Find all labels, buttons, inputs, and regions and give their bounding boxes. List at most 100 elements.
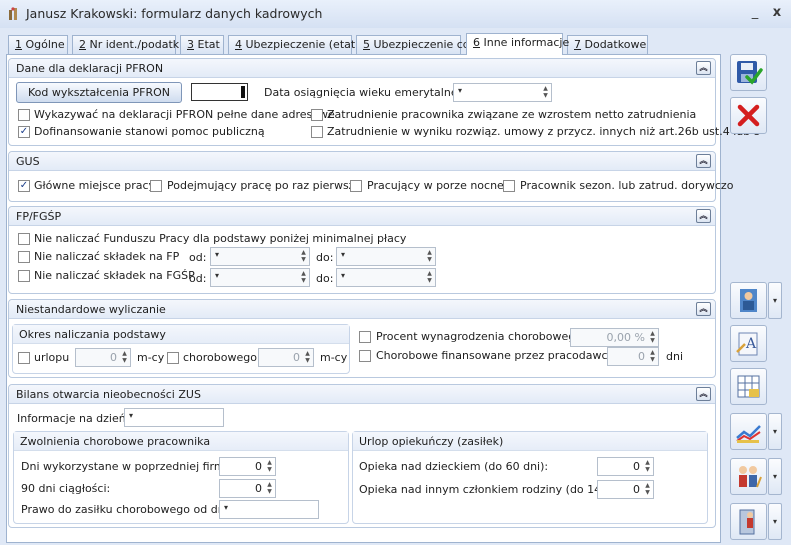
section-gus: GUS ︽ ✓ Główne miejsce pracy Podejmujący … [8,151,733,202]
person-card-dropdown[interactable]: ▾ [768,282,782,319]
chorobowego-field[interactable]: 0 ▲ ▼ [258,348,314,367]
fp-do-field[interactable]: ▾ ▲ ▼ [336,247,436,266]
exit-dropdown[interactable]: ▾ [768,503,782,540]
skladki-fp-checkbox[interactable] [18,251,30,263]
group-title: Okres naliczania podstawy [19,328,166,341]
informacje-label: Informacje na dzień: [17,412,130,425]
table-icon [737,375,760,398]
fgsp-do-field[interactable]: ▾ ▲ ▼ [336,268,436,287]
porze-nocnej-checkbox[interactable] [350,180,362,192]
person-card-button[interactable] [730,282,767,319]
collapse-button[interactable]: ︽ [696,387,711,401]
pierwszy-raz-label: Podejmujący pracę po raz pierwszy [167,179,361,192]
informacje-date-field[interactable]: ▾ [124,408,224,427]
tab-nr-ident[interactable]: 2 Nr ident./podatki [72,35,182,54]
zatrudnienie-netto-checkbox[interactable] [311,109,323,121]
dni90-label: 90 dni ciągłości: [21,482,111,495]
urlop-opiekunczy-group: Urlop opiekuńczy (zasiłek) Opieka nad dz… [352,431,708,524]
fp-minimalnej-label: Nie naliczać Funduszu Pracy dla podstawy… [34,232,407,245]
tab-ubezpieczenie-cd[interactable]: 5 Ubezpieczenie cd [356,35,470,54]
tab-etat[interactable]: 3 Etat [180,35,224,54]
kod-field[interactable] [191,83,248,101]
skladki-fgsp-checkbox[interactable] [18,270,30,282]
section-title: Niestandardowe wyliczanie [16,303,166,316]
fgsp-od-field[interactable]: ▾ ▲ ▼ [210,268,310,287]
sezonowy-label: Pracownik sezon. lub zatrud. dorywczo [520,179,734,192]
fp-do-label: do: [316,251,334,264]
fp-minimalnej-checkbox[interactable] [18,233,30,245]
sezonowy-checkbox[interactable] [503,180,515,192]
tab-inne-informacje[interactable]: 6 Inne informacje [466,33,569,55]
zwolnienia-group: Zwolnienia chorobowe pracownika Dni wyko… [13,431,349,524]
chorobowego-mcy-label: m-cy [320,351,348,364]
data-emerytalna-label: Data osiągnięcia wieku emerytalnego: [264,86,476,99]
people-icon [739,466,762,488]
dofinansowanie-label: Dofinansowanie stanowi pomoc publiczną [34,125,265,138]
glowne-miejsce-checkbox[interactable]: ✓ [18,180,30,192]
chorobowego-checkbox[interactable] [167,352,179,364]
section-title: Dane dla deklaracji PFRON [16,62,164,75]
prawo-label: Prawo do zasiłku chorobowego od dnia: [21,503,239,516]
zatrudnienie-netto-label: Zatrudnienie pracownika związane ze wzro… [327,108,697,121]
collapse-button[interactable]: ︽ [696,154,711,168]
urlopu-mcy-label: m-cy [137,351,165,364]
section-pfron: Dane dla deklaracji PFRON ︽ Kod wykształc… [8,58,761,146]
fgsp-do-label: do: [316,272,334,285]
chorobowe-fin-field[interactable]: 0 ▲ ▼ [607,347,659,366]
skladki-fgsp-label: Nie naliczać składek na FGŚP [34,269,195,282]
procent-checkbox[interactable] [359,331,371,343]
fgsp-od-label: od: [189,272,207,285]
dni90-field[interactable]: 0 ▲ ▼ [219,479,276,498]
section-bilans: Bilans otwarcia nieobecności ZUS ︽ Inform… [8,384,716,528]
pierwszy-raz-checkbox[interactable] [150,180,162,192]
exit-button[interactable] [730,503,767,540]
section-title: Bilans otwarcia nieobecności ZUS [16,388,201,401]
section-title: FP/FGŚP [16,210,62,223]
document-button[interactable]: A [730,325,767,362]
collapse-button[interactable]: ︽ [696,209,711,223]
person-card-icon [740,289,757,312]
app-icon [9,7,17,20]
dofinansowanie-checkbox[interactable]: ✓ [18,126,30,138]
opieka-dziecko-label: Opieka nad dzieckiem (do 60 dni): [359,460,549,473]
data-emerytalna-field[interactable]: ▾ ▲ ▼ [453,83,552,102]
save-button[interactable] [730,54,767,91]
cancel-button[interactable] [730,97,767,134]
procent-label: Procent wynagrodzenia chorobowego [376,330,582,343]
dni-wykorzystane-field[interactable]: 0 ▲ ▼ [219,457,276,476]
zatrudnienie-rozwiaz-checkbox[interactable] [311,126,323,138]
fp-od-label: od: [189,251,207,264]
skladki-fp-label: Nie naliczać składek na FP [34,250,180,263]
section-niestandardowe: Niestandardowe wyliczanie ︽ Okres nalicza… [8,299,716,378]
people-button[interactable] [730,458,767,495]
table-button[interactable] [730,368,767,405]
window-title: Janusz Krakowski: formularz danych kadro… [26,6,323,21]
section-title: GUS [16,155,40,168]
collapse-button[interactable]: ︽ [696,61,711,75]
document-edit-icon: A [736,332,758,356]
chart-dropdown[interactable]: ▾ [768,413,782,450]
zatrudnienie-rozwiaz-label: Zatrudnienie w wyniku rozwiąz. umowy z p… [327,125,761,138]
close-window-button[interactable]: x [769,5,785,21]
urlopu-checkbox[interactable] [18,352,30,364]
tab-ubezpieczenie-etat[interactable]: 4 Ubezpieczenie (etat) [228,35,359,54]
okres-naliczania-group: Okres naliczania podstawy urlopu 0 ▲ ▼ m-c… [12,324,350,374]
fp-od-field[interactable]: ▾ ▲ ▼ [210,247,310,266]
group-title: Urlop opiekuńczy (zasiłek) [359,435,504,448]
people-dropdown[interactable]: ▾ [768,458,782,495]
minimize-button[interactable]: _ [747,5,763,21]
svg-text:A: A [745,336,757,352]
wykazywac-checkbox[interactable] [18,109,30,121]
tab-dodatkowe[interactable]: 7 Dodatkowe [567,35,648,54]
opieka-dziecko-field[interactable]: 0 ▲ ▼ [597,457,654,476]
urlopu-field[interactable]: 0 ▲ ▼ [75,348,131,367]
chorobowe-fin-checkbox[interactable] [359,350,371,362]
procent-field[interactable]: 0,00 % ▲ ▼ [570,328,659,347]
wykazywac-label: Wykazywać na deklaracji PFRON pełne dane… [34,108,335,121]
opieka-inny-field[interactable]: 0 ▲ ▼ [597,480,654,499]
chart-button[interactable] [730,413,767,450]
prawo-date-field[interactable]: ▾ [219,500,319,519]
collapse-button[interactable]: ︽ [696,302,711,316]
kod-wyksztalcenia-button[interactable]: Kod wykształcenia PFRON [16,82,182,103]
tab-ogolne[interactable]: 1 Ogólne [8,35,68,54]
